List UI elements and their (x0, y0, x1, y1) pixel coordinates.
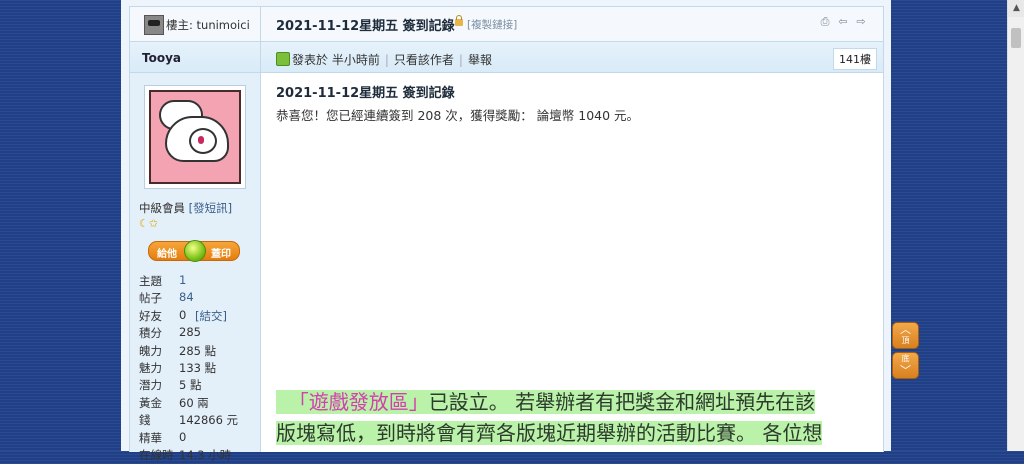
post-message: 恭喜您！您已經連續簽到 208 次，獲得獎勵： 論壇幣 1040 元。 (276, 108, 640, 123)
next-icon[interactable]: ⇨ (855, 16, 867, 28)
stamp-ball-icon (184, 240, 206, 262)
banner-line2: 版塊寫低，到時將會有齊各版塊近期舉辦的活動比賽。 各位想 (276, 421, 823, 445)
online-icon (276, 52, 290, 66)
op-avatar[interactable] (144, 15, 164, 35)
author-avatar[interactable] (144, 85, 246, 189)
stat-value: 0 (179, 429, 187, 444)
report-link[interactable]: 舉報 (468, 53, 492, 67)
banner-line1: 已設立。 若舉辦者有把獎金和網址預先在該 (428, 390, 816, 414)
member-rank: 中級會員 [發短訊] (139, 200, 232, 216)
send-message-link[interactable]: [發短訊] (189, 201, 232, 215)
stat-label: 魅力 (139, 360, 162, 375)
author-name[interactable]: Tooya (142, 51, 181, 65)
stat-label: 主題 (139, 274, 162, 288)
stat-label: 潛力 (139, 378, 162, 393)
stat-value: 0 (179, 307, 187, 322)
forum-page: 樓主: tunimoici 2021-11-12星期五 簽到記錄 [複製鏈接] … (121, 0, 891, 462)
add-friend-link[interactable]: [結交] (195, 308, 227, 324)
stat-label: 黃金 (139, 395, 162, 410)
scroll-bottom-button[interactable]: 底 ﹀ (892, 352, 919, 379)
banner-quote-open: 「 (288, 390, 309, 414)
stamp-right-label: 蓋印 (211, 249, 231, 260)
banner-quote-close: 」 (408, 390, 429, 414)
post-frame: 樓主: tunimoici 2021-11-12星期五 簽到記錄 [複製鏈接] … (129, 6, 884, 462)
stat-label: 在線時 (139, 447, 174, 462)
floor-number[interactable]: 141樓 (833, 48, 877, 70)
stat-label: 積分 (139, 326, 162, 341)
stat-label: 帖子 (139, 291, 162, 306)
stat-label: 好友 (139, 308, 162, 323)
page-scrollbar[interactable]: ▲ (1007, 0, 1024, 451)
op-label[interactable]: 樓主: tunimoici (166, 17, 250, 33)
scroll-top-button[interactable]: ︿ 頂 (892, 322, 919, 349)
stat-value[interactable]: 84 (179, 290, 194, 304)
stat-label: 魄力 (139, 343, 162, 358)
stat-value: 60 兩 (179, 395, 209, 410)
rank-stars-icon: ☾✩ (139, 217, 159, 230)
stat-value: 133 點 (179, 360, 217, 375)
post-time: 發表於 半小時前 (292, 53, 380, 67)
stat-value: 5 點 (179, 378, 202, 393)
post-header: Tooya 發表於 半小時前 | 只看該作者 | 舉報 141樓 (130, 42, 883, 73)
banner-link[interactable]: 遊戲發放區 (309, 390, 409, 414)
stamp-button[interactable]: 給他 蓋印 (148, 240, 240, 262)
post-meta: 發表於 半小時前 | 只看該作者 | 舉報 (292, 53, 492, 67)
stat-value: 14.3 小時 (179, 447, 232, 462)
thread-starter: 樓主: tunimoici (130, 7, 261, 41)
stat-value[interactable]: 1 (179, 273, 186, 287)
stamp-left-label: 給他 (157, 249, 177, 260)
post-title: 2021-11-12星期五 簽到記錄 (276, 86, 455, 101)
stat-label: 錢 (139, 413, 151, 428)
lock-icon (455, 15, 463, 26)
stat-value: 285 (179, 325, 201, 340)
announcement-banner: 「遊戲發放區」已設立。 若舉辦者有把獎金和網址預先在該 版塊寫低，到時將會有齊各… (276, 387, 866, 449)
only-author-link[interactable]: 只看該作者 (394, 53, 454, 67)
copy-link-button[interactable]: [複製鏈接] (467, 17, 517, 32)
author-sidebar: 中級會員 [發短訊] ☾✩ 給他 蓋印 主題 1 帖子 84 好友 0 [結交] 積分 285 魄… (130, 73, 261, 462)
stat-label: 精華 (139, 430, 162, 445)
thread-header: 樓主: tunimoici 2021-11-12星期五 簽到記錄 [複製鏈接] … (130, 7, 883, 42)
rank-label: 中級會員 (139, 201, 185, 215)
stat-value: 142866 元 (179, 413, 239, 428)
prev-icon[interactable]: ⇦ (837, 16, 849, 28)
thread-title: 2021-11-12星期五 簽到記錄 (276, 19, 455, 34)
print-icon[interactable]: ⎙ (819, 16, 831, 28)
stat-value: 285 點 (179, 343, 217, 358)
scroll-up-arrow-icon[interactable]: ▲ (1008, 0, 1024, 17)
thread-tools: ⎙ ⇦ ⇨ (819, 16, 867, 28)
scroll-thumb[interactable] (1011, 28, 1021, 48)
